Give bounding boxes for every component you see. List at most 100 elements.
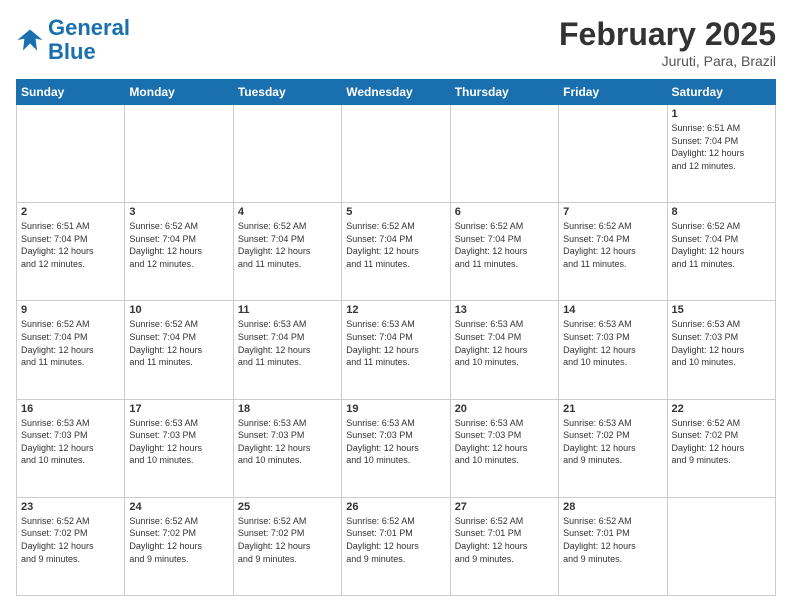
day-cell: 7Sunrise: 6:52 AM Sunset: 7:04 PM Daylig…: [559, 203, 667, 301]
week-row-3: 9 Sunrise: 6:52 AM Sunset: 7:04 PM Daylig…: [17, 301, 776, 399]
day-cell: 23 Sunrise: 6:52 AM Sunset: 7:02 PM Dayli…: [17, 497, 125, 595]
day-info: Sunrise: 6:52 AM Sunset: 7:04 PM Dayligh…: [455, 220, 554, 270]
logo: General Blue: [16, 16, 130, 64]
day-info: Sunrise: 6:52 AM Sunset: 7:04 PM Dayligh…: [129, 318, 228, 368]
day-number: 16: [21, 403, 120, 415]
day-number: 20: [455, 403, 554, 415]
day-number: 1: [672, 108, 771, 120]
day-cell: 19 Sunrise: 6:53 AM Sunset: 7:03 PM Dayli…: [342, 399, 450, 497]
day-cell: 10 Sunrise: 6:52 AM Sunset: 7:04 PM Dayli…: [125, 301, 233, 399]
week-row-1: 1 Sunrise: 6:51 AM Sunset: 7:04 PM Daylig…: [17, 105, 776, 203]
day-cell: [125, 105, 233, 203]
day-cell: 9 Sunrise: 6:52 AM Sunset: 7:04 PM Daylig…: [17, 301, 125, 399]
day-cell: 1 Sunrise: 6:51 AM Sunset: 7:04 PM Daylig…: [667, 105, 775, 203]
day-cell: [17, 105, 125, 203]
day-cell: 8 Sunrise: 6:52 AM Sunset: 7:04 PM Daylig…: [667, 203, 775, 301]
day-info: Sunrise: 6:53 AM Sunset: 7:03 PM Dayligh…: [238, 417, 337, 467]
day-info: Sunrise: 6:52 AM Sunset: 7:04 PM Dayligh…: [563, 220, 662, 270]
calendar-table: Sunday Monday Tuesday Wednesday Thursday…: [16, 79, 776, 596]
day-number: 24: [129, 501, 228, 513]
day-cell: 21 Sunrise: 6:53 AM Sunset: 7:02 PM Dayli…: [559, 399, 667, 497]
day-cell: 27Sunrise: 6:52 AM Sunset: 7:01 PM Dayli…: [450, 497, 558, 595]
day-cell: 4 Sunrise: 6:52 AM Sunset: 7:04 PM Daylig…: [233, 203, 341, 301]
day-number: 8: [672, 206, 771, 218]
day-number: 12: [346, 304, 445, 316]
day-number: 25: [238, 501, 337, 513]
header-friday: Friday: [559, 80, 667, 105]
calendar-body: 1 Sunrise: 6:51 AM Sunset: 7:04 PM Daylig…: [17, 105, 776, 596]
day-info: Sunrise: 6:53 AM Sunset: 7:03 PM Dayligh…: [455, 417, 554, 467]
day-info: Sunrise: 6:53 AM Sunset: 7:04 PM Dayligh…: [238, 318, 337, 368]
day-number: 3: [129, 206, 228, 218]
day-cell: 6 Sunrise: 6:52 AM Sunset: 7:04 PM Daylig…: [450, 203, 558, 301]
day-info: Sunrise: 6:53 AM Sunset: 7:03 PM Dayligh…: [129, 417, 228, 467]
day-cell: 16 Sunrise: 6:53 AM Sunset: 7:03 PM Dayli…: [17, 399, 125, 497]
day-cell: 28Sunrise: 6:52 AM Sunset: 7:01 PM Dayli…: [559, 497, 667, 595]
day-number: 10: [129, 304, 228, 316]
day-number: 18: [238, 403, 337, 415]
day-cell: 13 Sunrise: 6:53 AM Sunset: 7:04 PM Dayli…: [450, 301, 558, 399]
day-number: 26: [346, 501, 445, 513]
day-info: Sunrise: 6:52 AM Sunset: 7:01 PM Dayligh…: [563, 515, 662, 565]
day-cell: 18 Sunrise: 6:53 AM Sunset: 7:03 PM Dayli…: [233, 399, 341, 497]
header-wednesday: Wednesday: [342, 80, 450, 105]
logo-text: General Blue: [48, 16, 130, 64]
day-info: Sunrise: 6:53 AM Sunset: 7:02 PM Dayligh…: [563, 417, 662, 467]
day-info: Sunrise: 6:53 AM Sunset: 7:03 PM Dayligh…: [346, 417, 445, 467]
day-info: Sunrise: 6:52 AM Sunset: 7:02 PM Dayligh…: [21, 515, 120, 565]
day-cell: 15 Sunrise: 6:53 AM Sunset: 7:03 PM Dayli…: [667, 301, 775, 399]
day-info: Sunrise: 6:52 AM Sunset: 7:04 PM Dayligh…: [672, 220, 771, 270]
day-number: 4: [238, 206, 337, 218]
week-row-2: 2Sunrise: 6:51 AM Sunset: 7:04 PM Daylig…: [17, 203, 776, 301]
day-cell: 12 Sunrise: 6:53 AM Sunset: 7:04 PM Dayli…: [342, 301, 450, 399]
day-info: Sunrise: 6:52 AM Sunset: 7:02 PM Dayligh…: [672, 417, 771, 467]
day-number: 23: [21, 501, 120, 513]
day-info: Sunrise: 6:53 AM Sunset: 7:04 PM Dayligh…: [455, 318, 554, 368]
day-number: 2: [21, 206, 120, 218]
month-title: February 2025: [559, 16, 776, 53]
day-number: 5: [346, 206, 445, 218]
day-info: Sunrise: 6:52 AM Sunset: 7:02 PM Dayligh…: [238, 515, 337, 565]
day-info: Sunrise: 6:52 AM Sunset: 7:02 PM Dayligh…: [129, 515, 228, 565]
day-info: Sunrise: 6:51 AM Sunset: 7:04 PM Dayligh…: [672, 122, 771, 172]
location-subtitle: Juruti, Para, Brazil: [559, 53, 776, 69]
week-row-4: 16 Sunrise: 6:53 AM Sunset: 7:03 PM Dayli…: [17, 399, 776, 497]
day-cell: 17 Sunrise: 6:53 AM Sunset: 7:03 PM Dayli…: [125, 399, 233, 497]
day-info: Sunrise: 6:53 AM Sunset: 7:03 PM Dayligh…: [21, 417, 120, 467]
header-sunday: Sunday: [17, 80, 125, 105]
day-info: Sunrise: 6:52 AM Sunset: 7:01 PM Dayligh…: [455, 515, 554, 565]
day-cell: 22 Sunrise: 6:52 AM Sunset: 7:02 PM Dayli…: [667, 399, 775, 497]
header-saturday: Saturday: [667, 80, 775, 105]
day-cell: 24 Sunrise: 6:52 AM Sunset: 7:02 PM Dayli…: [125, 497, 233, 595]
day-info: Sunrise: 6:53 AM Sunset: 7:03 PM Dayligh…: [672, 318, 771, 368]
day-number: 21: [563, 403, 662, 415]
day-cell: 11 Sunrise: 6:53 AM Sunset: 7:04 PM Dayli…: [233, 301, 341, 399]
day-cell: [233, 105, 341, 203]
day-cell: [559, 105, 667, 203]
day-info: Sunrise: 6:52 AM Sunset: 7:04 PM Dayligh…: [346, 220, 445, 270]
day-number: 19: [346, 403, 445, 415]
title-block: February 2025 Juruti, Para, Brazil: [559, 16, 776, 69]
day-number: 15: [672, 304, 771, 316]
calendar-header-row: Sunday Monday Tuesday Wednesday Thursday…: [17, 80, 776, 105]
day-info: Sunrise: 6:53 AM Sunset: 7:04 PM Dayligh…: [346, 318, 445, 368]
day-cell: 25 Sunrise: 6:52 AM Sunset: 7:02 PM Dayli…: [233, 497, 341, 595]
day-cell: [667, 497, 775, 595]
header-thursday: Thursday: [450, 80, 558, 105]
day-cell: 20 Sunrise: 6:53 AM Sunset: 7:03 PM Dayli…: [450, 399, 558, 497]
day-info: Sunrise: 6:52 AM Sunset: 7:04 PM Dayligh…: [21, 318, 120, 368]
day-info: Sunrise: 6:53 AM Sunset: 7:03 PM Dayligh…: [563, 318, 662, 368]
page: General Blue February 2025 Juruti, Para,…: [0, 0, 792, 612]
header: General Blue February 2025 Juruti, Para,…: [16, 16, 776, 69]
day-number: 17: [129, 403, 228, 415]
logo-icon: [16, 26, 44, 54]
day-info: Sunrise: 6:52 AM Sunset: 7:01 PM Dayligh…: [346, 515, 445, 565]
day-number: 9: [21, 304, 120, 316]
day-number: 22: [672, 403, 771, 415]
day-number: 6: [455, 206, 554, 218]
day-cell: [450, 105, 558, 203]
day-cell: [342, 105, 450, 203]
day-info: Sunrise: 6:52 AM Sunset: 7:04 PM Dayligh…: [238, 220, 337, 270]
day-number: 11: [238, 304, 337, 316]
day-number: 13: [455, 304, 554, 316]
